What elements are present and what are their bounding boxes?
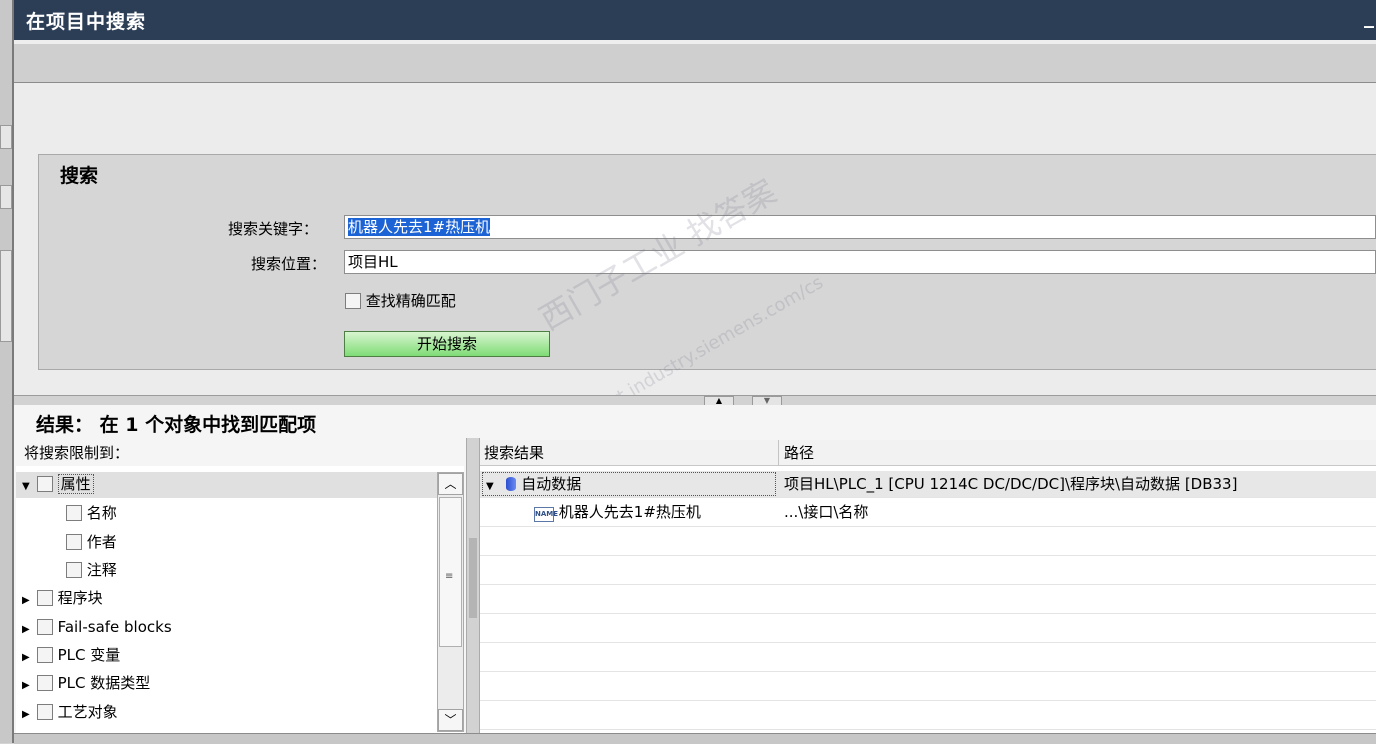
path-cell: ...\接口\名称: [784, 503, 869, 521]
filter-item-label: 属性: [57, 474, 94, 494]
name-tag-icon: NAME: [534, 507, 558, 522]
grip-icon: ≡: [445, 571, 454, 582]
results-table: 搜索结果 路径 ▼ 自动数据 项目HL\PLC_1 [CPU 1214C DC/…: [480, 440, 1376, 743]
filter-scrollbar[interactable]: ︿ ≡ ﹀: [437, 472, 464, 732]
filter-item-properties[interactable]: ▼ 属性: [22, 472, 94, 496]
edge-tab[interactable]: [0, 250, 12, 342]
row-divider: [480, 700, 1376, 701]
status-bar: [14, 733, 1376, 744]
keyword-label: 搜索关键字：: [227, 220, 318, 238]
edge-tab[interactable]: [0, 185, 12, 209]
toolbar: [14, 44, 1376, 83]
expand-right-icon[interactable]: ▶: [22, 674, 32, 698]
exact-match-checkbox[interactable]: [345, 293, 361, 309]
row-divider: [480, 642, 1376, 643]
checkbox[interactable]: [66, 534, 82, 550]
filter-item-label: 名称: [86, 504, 117, 522]
column-header-path[interactable]: 路径: [779, 440, 1376, 466]
result-cell[interactable]: ▼ 自动数据: [486, 471, 581, 500]
expand-down-icon[interactable]: ▼: [22, 475, 32, 499]
keyword-input[interactable]: 机器人先去1#热压机: [344, 215, 1376, 239]
result-cell[interactable]: NAME 机器人先去1#热压机: [534, 499, 701, 525]
checkbox[interactable]: [66, 562, 82, 578]
result-label: 机器人先去1#热压机: [558, 503, 701, 521]
left-edge-panel: [0, 0, 14, 743]
restrict-label: 将搜索限制到：: [24, 444, 130, 462]
expand-right-icon[interactable]: ▶: [22, 589, 32, 613]
expand-right-icon[interactable]: ▶: [22, 703, 32, 727]
column-header-result[interactable]: 搜索结果: [480, 440, 778, 466]
database-icon: [506, 477, 517, 491]
row-divider: [480, 613, 1376, 614]
checkbox[interactable]: [36, 704, 53, 720]
keyword-input-value: 机器人先去1#热压机: [348, 218, 491, 236]
checkbox[interactable]: [36, 647, 53, 663]
filter-item-program-blocks[interactable]: ▶ 程序块: [22, 586, 103, 610]
expand-right-icon[interactable]: ▶: [22, 646, 32, 670]
filter-item-label: 作者: [86, 533, 117, 551]
row-divider: [480, 526, 1376, 527]
filter-item-technology-objects[interactable]: ▶ 工艺对象: [22, 700, 118, 724]
filter-tree-panel: ▼ 属性 名称 作者 注释 ▶ 程序块 ▶ Fail-safe blocks ▶…: [16, 466, 464, 736]
location-select[interactable]: 项目HL: [344, 250, 1376, 274]
path-cell: 项目HL\PLC_1 [CPU 1214C DC/DC/DC]\程序块\自动数据…: [784, 475, 1238, 493]
exact-match-option[interactable]: 查找精确匹配: [345, 290, 456, 311]
scroll-down-icon[interactable]: ﹀: [438, 709, 463, 731]
window-title: 在项目中搜索: [26, 11, 147, 33]
results-title: 结果： 在 1 个对象中找到匹配项: [36, 414, 317, 436]
filter-item-author[interactable]: 作者: [66, 530, 117, 554]
checkbox[interactable]: [36, 619, 53, 635]
checkbox[interactable]: [36, 476, 53, 492]
row-divider: [480, 584, 1376, 585]
filter-item-plc-tags[interactable]: ▶ PLC 变量: [22, 643, 120, 667]
row-divider: [480, 671, 1376, 672]
exact-match-label: 查找精确匹配: [365, 292, 456, 310]
edge-tab[interactable]: [0, 125, 12, 149]
divider-handle[interactable]: [469, 538, 477, 618]
minimize-button[interactable]: _: [1364, 4, 1374, 28]
row-divider: [480, 729, 1376, 730]
row-divider: [480, 497, 1376, 498]
scroll-up-icon[interactable]: ︿: [438, 473, 463, 495]
row-divider: [480, 555, 1376, 556]
filter-item-label: Fail-safe blocks: [57, 618, 172, 636]
search-heading: 搜索: [60, 165, 99, 187]
filter-item-failsafe-blocks[interactable]: ▶ Fail-safe blocks: [22, 615, 172, 639]
checkbox[interactable]: [36, 590, 53, 606]
expand-right-icon[interactable]: ▶: [22, 618, 32, 642]
filter-item-label: PLC 变量: [57, 646, 121, 664]
result-label: 自动数据: [521, 475, 582, 493]
filter-item-plc-data-types[interactable]: ▶ PLC 数据类型: [22, 671, 150, 695]
start-search-button[interactable]: 开始搜索: [344, 331, 550, 357]
expand-down-icon[interactable]: ▼: [486, 481, 494, 492]
filter-item-label: 注释: [86, 561, 117, 579]
checkbox[interactable]: [36, 675, 53, 691]
window-title-bar: 在项目中搜索 _: [14, 0, 1376, 40]
filter-item-label: 程序块: [57, 589, 103, 607]
panel-divider[interactable]: [466, 438, 480, 743]
filter-item-comment[interactable]: 注释: [66, 558, 117, 582]
filter-item-name[interactable]: 名称: [66, 501, 117, 525]
filter-item-label: PLC 数据类型: [57, 674, 151, 692]
filter-item-label: 工艺对象: [57, 703, 118, 721]
location-label: 搜索位置：: [250, 255, 326, 273]
checkbox[interactable]: [66, 505, 82, 521]
